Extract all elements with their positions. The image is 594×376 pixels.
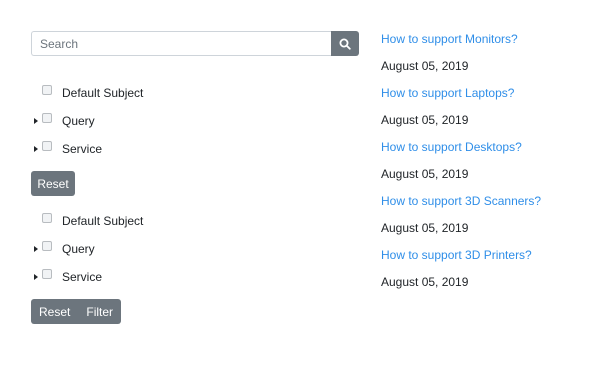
tree-item-service: Service	[31, 263, 359, 291]
filter-sidebar: Default Subject Query Service Reset Defa…	[31, 31, 359, 324]
article-date: August 05, 2019	[381, 221, 469, 235]
article-link[interactable]: How to support 3D Scanners?	[381, 193, 581, 220]
checkbox[interactable]	[42, 85, 52, 95]
reset-button[interactable]: Reset	[31, 171, 75, 196]
checkbox[interactable]	[42, 241, 52, 251]
category-tree-2: Default Subject Query Service	[31, 207, 359, 291]
search-button[interactable]	[331, 31, 359, 56]
tree-item-label: Service	[62, 270, 103, 284]
checkbox[interactable]	[42, 213, 52, 223]
article-date: August 05, 2019	[381, 59, 469, 73]
search-input[interactable]	[31, 31, 331, 56]
tree-item-service: Service	[31, 135, 359, 163]
caret-right-icon[interactable]	[34, 118, 38, 124]
checkbox[interactable]	[42, 113, 52, 123]
tree-item-default-subject: Default Subject	[31, 79, 359, 107]
search-icon	[339, 38, 351, 50]
caret-right-icon[interactable]	[34, 274, 38, 280]
article-list: How to support Monitors? August 05, 2019…	[381, 31, 581, 301]
tree-item-query: Query	[31, 235, 359, 263]
article-link[interactable]: How to support Monitors?	[381, 31, 581, 58]
tree-item-label: Query	[62, 242, 95, 256]
tree-item-label: Default Subject	[62, 214, 144, 228]
checkbox[interactable]	[42, 141, 52, 151]
article-link[interactable]: How to support Laptops?	[381, 85, 581, 112]
filter-button-group: Reset Filter	[31, 299, 122, 324]
article-date: August 05, 2019	[381, 113, 469, 127]
tree-item-label: Default Subject	[62, 86, 144, 100]
article-link[interactable]: How to support 3D Printers?	[381, 247, 581, 274]
tree-item-label: Query	[62, 114, 95, 128]
reset-button[interactable]: Reset	[31, 299, 79, 324]
search-group	[31, 31, 359, 56]
filter-button[interactable]: Filter	[78, 299, 122, 324]
tree-item-label: Service	[62, 142, 103, 156]
caret-right-icon[interactable]	[34, 146, 38, 152]
checkbox[interactable]	[42, 269, 52, 279]
tree-item-default-subject: Default Subject	[31, 207, 359, 235]
article-link[interactable]: How to support Desktops?	[381, 139, 581, 166]
article-date: August 05, 2019	[381, 167, 469, 181]
tree-item-query: Query	[31, 107, 359, 135]
article-date: August 05, 2019	[381, 275, 469, 289]
caret-right-icon[interactable]	[34, 246, 38, 252]
category-tree-1: Default Subject Query Service	[31, 79, 359, 163]
